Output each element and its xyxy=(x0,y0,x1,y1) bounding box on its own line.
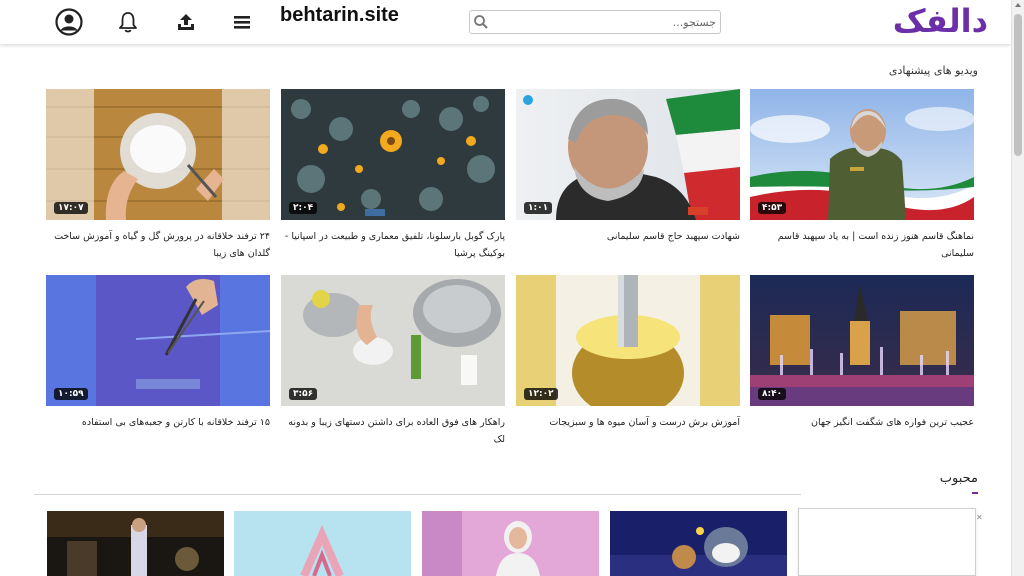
video-thumbnail[interactable]: ۲:۰۴ xyxy=(281,89,505,220)
video-card[interactable]: ۲:۰۴ پارک گوبل بارسلونا، تلفیق معماری و … xyxy=(281,89,505,262)
site-name[interactable]: behtarin.site xyxy=(280,4,399,27)
video-duration: ۱۲:۰۲ xyxy=(524,388,558,400)
popular-title-underline xyxy=(972,492,978,494)
video-card[interactable]: ۴:۵۳ نماهنگ قاسم هنوز زنده است | به یاد … xyxy=(750,89,974,262)
video-title[interactable]: ۲۴ ترفند خلاقانه در پرورش گل و گیاه و آم… xyxy=(46,228,270,262)
video-thumbnail[interactable]: ۳:۵۶ xyxy=(281,275,505,406)
top-header: behtarin.site دالفک xyxy=(0,0,1011,44)
video-card[interactable]: ۳:۵۶ راهکار های فوق العاده برای داشتن دس… xyxy=(281,275,505,448)
video-title[interactable]: نماهنگ قاسم هنوز زنده است | به یاد سپهبد… xyxy=(750,228,974,262)
video-title[interactable]: ۱۵ ترفند خلاقانه با کارتن و جعبه‌های بی … xyxy=(46,414,270,431)
video-duration: ۸:۴۰ xyxy=(758,388,787,400)
video-title[interactable]: آموزش برش درست و آسان میوه ها و سبزیجات xyxy=(516,414,740,431)
video-title[interactable]: عجیب ترین فواره های شگفت انگیز جهان xyxy=(750,414,974,431)
page-scrollbar[interactable] xyxy=(1011,0,1024,576)
popular-video-thumbnail[interactable] xyxy=(610,511,787,576)
video-card[interactable]: ۱:۰۱ شهادت سپهبد حاج قاسم سلیمانی xyxy=(516,89,740,245)
scroll-thumb[interactable] xyxy=(1014,14,1022,156)
suggested-section-title: ویدیو های پیشنهادی xyxy=(888,64,978,77)
popular-video-thumbnail[interactable] xyxy=(47,511,224,576)
overlay-popup[interactable] xyxy=(798,508,976,576)
popular-video-thumbnail[interactable] xyxy=(422,511,599,576)
video-title[interactable]: راهکار های فوق العاده برای داشتن دستهای … xyxy=(281,414,505,448)
bell-icon[interactable] xyxy=(114,8,142,36)
video-thumbnail[interactable]: ۱۰:۵۹ xyxy=(46,275,270,406)
video-title[interactable]: پارک گوبل بارسلونا، تلفیق معماری و طبیعت… xyxy=(281,228,505,262)
popup-close-icon[interactable]: ✕ xyxy=(976,513,983,522)
popular-video-thumbnail[interactable] xyxy=(234,511,411,576)
upload-icon[interactable] xyxy=(172,8,200,36)
video-card[interactable]: ۸:۴۰ عجیب ترین فواره های شگفت انگیز جهان xyxy=(750,275,974,431)
video-duration: ۱۰:۵۹ xyxy=(54,388,88,400)
video-thumbnail[interactable]: ۱:۰۱ xyxy=(516,89,740,220)
video-thumbnail[interactable]: ۴:۵۳ xyxy=(750,89,974,220)
video-card[interactable]: ۱۷:۰۷ ۲۴ ترفند خلاقانه در پرورش گل و گیا… xyxy=(46,89,270,262)
video-thumbnail[interactable]: ۱۷:۰۷ xyxy=(46,89,270,220)
video-duration: ۴:۵۳ xyxy=(758,202,787,214)
search-box xyxy=(469,10,721,34)
video-duration: ۳:۵۶ xyxy=(289,388,318,400)
section-divider xyxy=(34,494,801,495)
video-duration: ۱:۰۱ xyxy=(524,202,553,214)
scroll-up-arrow[interactable] xyxy=(1015,3,1021,7)
video-title[interactable]: شهادت سپهبد حاج قاسم سلیمانی xyxy=(516,228,740,245)
site-logo[interactable]: دالفک xyxy=(893,0,989,42)
video-card[interactable]: ۱۲:۰۲ آموزش برش درست و آسان میوه ها و سب… xyxy=(516,275,740,431)
search-icon[interactable] xyxy=(473,14,489,30)
video-duration: ۱۷:۰۷ xyxy=(54,202,88,214)
video-thumbnail[interactable]: ۱۲:۰۲ xyxy=(516,275,740,406)
user-icon[interactable] xyxy=(55,8,83,36)
popular-section-title: محبوب xyxy=(939,471,978,486)
video-thumbnail[interactable]: ۸:۴۰ xyxy=(750,275,974,406)
video-card[interactable]: ۱۰:۵۹ ۱۵ ترفند خلاقانه با کارتن و جعبه‌ه… xyxy=(46,275,270,431)
video-duration: ۲:۰۴ xyxy=(289,202,318,214)
menu-icon[interactable] xyxy=(228,8,256,36)
search-input[interactable] xyxy=(492,13,716,31)
